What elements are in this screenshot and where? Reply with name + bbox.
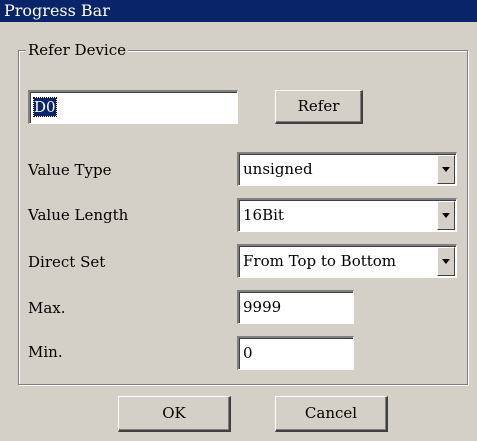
chevron-down-icon[interactable] — [437, 201, 455, 230]
device-input-value: D0 — [33, 97, 57, 117]
value-type-select[interactable]: unsigned — [237, 152, 457, 186]
value-length-value: 16Bit — [243, 206, 284, 224]
value-type-value: unsigned — [243, 160, 313, 178]
device-input[interactable]: D0 — [28, 90, 238, 124]
value-length-select[interactable]: 16Bit — [237, 198, 457, 232]
window-title: Progress Bar — [0, 0, 477, 22]
direct-set-value: From Top to Bottom — [243, 252, 397, 270]
min-input[interactable]: 0 — [237, 336, 354, 370]
min-value: 0 — [243, 344, 253, 362]
ok-button[interactable]: OK — [118, 396, 231, 432]
direct-set-label: Direct Set — [28, 253, 106, 271]
min-label: Min. — [28, 343, 63, 361]
chevron-down-icon[interactable] — [437, 155, 455, 184]
max-label: Max. — [28, 299, 66, 317]
value-length-label: Value Length — [28, 206, 129, 224]
refer-device-group-label: Refer Device — [26, 40, 128, 60]
chevron-down-icon[interactable] — [437, 247, 455, 276]
max-input[interactable]: 9999 — [237, 290, 354, 324]
cancel-button[interactable]: Cancel — [275, 396, 388, 432]
refer-button[interactable]: Refer — [275, 90, 363, 124]
max-value: 9999 — [243, 298, 282, 316]
value-type-label: Value Type — [28, 161, 112, 179]
direct-set-select[interactable]: From Top to Bottom — [237, 244, 457, 278]
